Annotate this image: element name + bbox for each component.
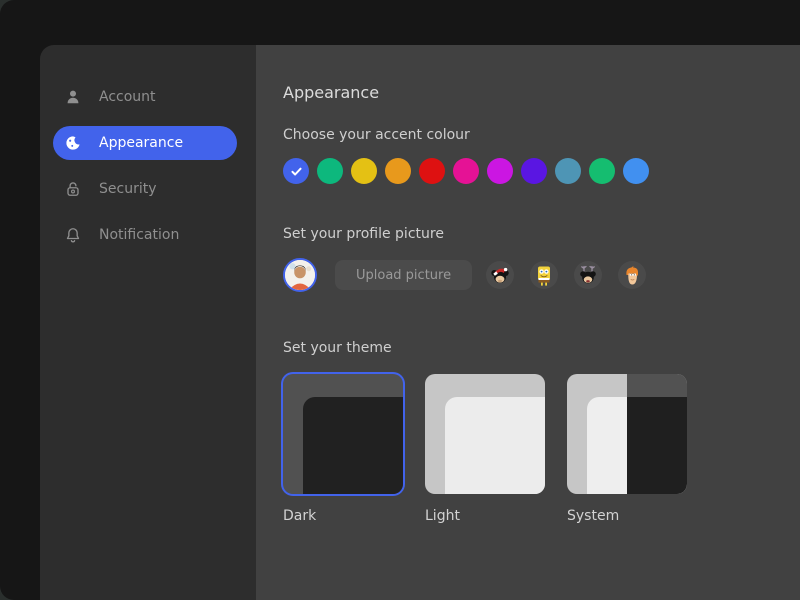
sidebar-item-notification[interactable]: Notification	[53, 218, 237, 252]
desktop-background: Account Appearance Security Notification	[0, 0, 800, 600]
current-profile-picture[interactable]	[283, 258, 317, 292]
theme-preview-light	[425, 374, 545, 494]
theme-option-label: System	[567, 508, 687, 524]
mickey-antlers-image	[576, 263, 600, 287]
user-icon	[63, 87, 83, 107]
sidebar: Account Appearance Security Notification	[40, 45, 256, 600]
main-content: Appearance Choose your accent colour Set…	[256, 45, 800, 600]
theme-preview-dark-half	[627, 374, 687, 397]
profile-picture-row: Upload picture	[283, 255, 800, 295]
mickey-santa-image	[488, 263, 512, 287]
accent-color-swatch[interactable]	[317, 158, 343, 184]
fry-image	[620, 263, 644, 287]
accent-color-swatch[interactable]	[589, 158, 615, 184]
accent-color-swatch[interactable]	[453, 158, 479, 184]
theme-preview-dark	[283, 374, 403, 494]
check-icon	[289, 164, 304, 179]
upload-picture-button[interactable]: Upload picture	[335, 260, 472, 290]
theme-preview-inner	[303, 397, 403, 494]
theme-preview-inner	[445, 397, 545, 494]
page-title: Appearance	[283, 83, 800, 102]
accent-color-swatch[interactable]	[283, 158, 309, 184]
palette-icon	[63, 133, 83, 153]
theme-options-row: Dark Light System	[283, 374, 800, 524]
accent-color-swatch[interactable]	[521, 158, 547, 184]
accent-color-swatch[interactable]	[385, 158, 411, 184]
lock-icon	[63, 179, 83, 199]
sidebar-item-label: Account	[99, 89, 156, 105]
theme-section-label: Set your theme	[283, 340, 800, 356]
avatar-option-mickey-santa[interactable]	[486, 261, 514, 289]
theme-option-label: Light	[425, 508, 545, 524]
sidebar-item-appearance[interactable]: Appearance	[53, 126, 237, 160]
theme-option-system[interactable]: System	[567, 374, 687, 524]
sidebar-item-label: Notification	[99, 227, 179, 243]
accent-color-swatch[interactable]	[555, 158, 581, 184]
sidebar-item-label: Appearance	[99, 135, 183, 151]
bell-icon	[63, 225, 83, 245]
accent-color-row	[283, 158, 800, 184]
settings-window: Account Appearance Security Notification	[0, 0, 800, 600]
profile-section-label: Set your profile picture	[283, 226, 800, 242]
sidebar-item-label: Security	[99, 181, 157, 197]
accent-color-swatch[interactable]	[419, 158, 445, 184]
theme-option-label: Dark	[283, 508, 403, 524]
avatar-option-spongebob[interactable]	[530, 261, 558, 289]
avatar-option-mickey-antlers[interactable]	[574, 261, 602, 289]
theme-option-light[interactable]: Light	[425, 374, 545, 524]
accent-color-swatch[interactable]	[623, 158, 649, 184]
theme-preview-system	[567, 374, 687, 494]
man-portrait-image	[285, 260, 315, 290]
sidebar-item-security[interactable]: Security	[53, 172, 237, 206]
spongebob-image	[532, 263, 556, 287]
avatar-option-fry[interactable]	[618, 261, 646, 289]
accent-color-swatch[interactable]	[351, 158, 377, 184]
accent-color-swatch[interactable]	[487, 158, 513, 184]
accent-section-label: Choose your accent colour	[283, 127, 800, 143]
sidebar-item-account[interactable]: Account	[53, 80, 237, 114]
theme-preview-dark-half-inner	[627, 397, 687, 494]
theme-option-dark[interactable]: Dark	[283, 374, 403, 524]
